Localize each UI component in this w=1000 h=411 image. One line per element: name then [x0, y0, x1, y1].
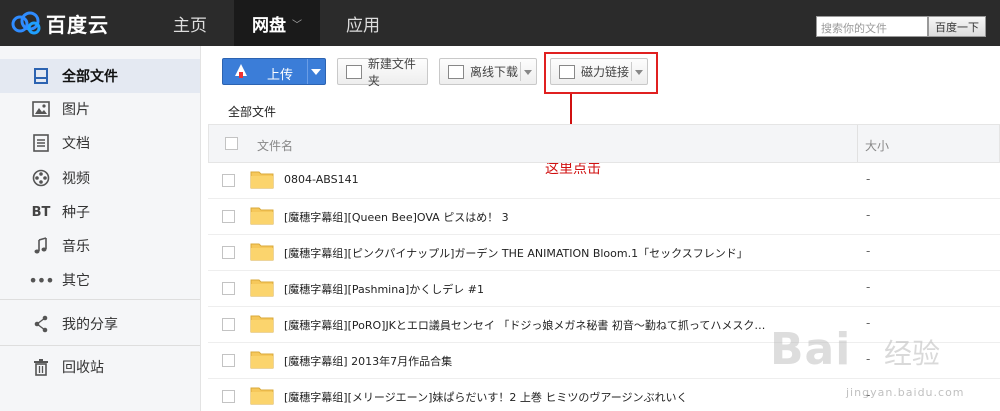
nav-home-label: 主页 [173, 15, 207, 36]
nav-disk[interactable]: 网盘 ﹀ [234, 0, 320, 46]
column-header-size[interactable]: 大小 [865, 137, 889, 154]
nav-apps-label: 应用 [346, 15, 380, 36]
file-size: - [866, 316, 871, 330]
upload-label: 上传 [267, 68, 294, 83]
file-name[interactable]: [魔穗字幕组][Queen Bee]OVA ピスはめ！ 3 [284, 209, 509, 225]
upload-split-divider [307, 59, 308, 84]
sidebar-item-all-files[interactable]: 全部文件 [0, 59, 200, 93]
share-icon [31, 314, 51, 334]
sidebar-item-videos[interactable]: 视频 [0, 161, 200, 195]
file-size: - [866, 172, 871, 186]
breadcrumb[interactable]: 全部文件 [228, 103, 276, 120]
sidebar-item-label: 文档 [62, 136, 90, 152]
sidebar-item-torrents[interactable]: BT 种子 [0, 195, 200, 229]
image-icon [31, 99, 51, 119]
bt-icon: BT [31, 204, 51, 220]
file-name[interactable]: [魔穗字幕组] 2013年7月作品合集 [284, 353, 452, 369]
list-icon [31, 133, 51, 153]
sidebar-item-label: 全部文件 [62, 69, 118, 85]
folder-icon [250, 171, 274, 189]
table-row[interactable]: [魔穗字幕组][ピンクパイナップル]ガーデン THE ANIMATION Blo… [208, 235, 1000, 271]
folder-icon [250, 387, 274, 405]
download-icon [448, 64, 464, 79]
column-divider [857, 125, 858, 162]
nav-disk-label: 网盘 [252, 15, 286, 36]
film-reel-icon [31, 168, 51, 188]
offline-download-label: 离线下载 [470, 65, 519, 79]
offline-download-caret-icon[interactable] [524, 70, 532, 75]
row-checkbox[interactable] [222, 210, 235, 223]
file-size: - [866, 244, 871, 258]
table-row[interactable]: [魔穗字幕组][Queen Bee]OVA ピスはめ！ 3 - [208, 199, 1000, 235]
row-checkbox[interactable] [222, 246, 235, 259]
row-checkbox[interactable] [222, 174, 235, 187]
file-size: - [866, 388, 871, 402]
sidebar-item-label: 图片 [62, 102, 90, 118]
nav-apps[interactable]: 应用 [326, 0, 400, 46]
file-name[interactable]: [魔穗字幕组][メリージエーン]妹ぱらだいす！2 上巻 ヒミツのヴアージンぶれい… [284, 389, 688, 405]
annotation-highlight-box [544, 52, 658, 94]
file-size: - [866, 208, 871, 222]
table-row[interactable]: [魔穗字幕组][メリージエーン]妹ぱらだいす！2 上巻 ヒミツのヴアージンぶれい… [208, 379, 1000, 411]
sidebar-item-label: 种子 [62, 205, 90, 221]
row-checkbox[interactable] [222, 390, 235, 403]
offline-download-divider [520, 62, 521, 81]
music-note-icon [31, 236, 51, 256]
sidebar-item-images[interactable]: 图片 [0, 92, 200, 126]
sidebar-item-my-shares[interactable]: 我的分享 [0, 307, 200, 341]
sidebar-item-recycle-bin[interactable]: 回收站 [0, 350, 200, 384]
sidebar: 全部文件 图片 文档 视频 BT 种子 音乐 ••• 其它 我的分享 回收站 [0, 46, 201, 411]
sidebar-item-documents[interactable]: 文档 [0, 126, 200, 160]
new-folder-icon [346, 64, 362, 79]
document-icon [31, 66, 51, 86]
folder-icon [250, 315, 274, 333]
sidebar-item-label: 回收站 [62, 360, 104, 376]
file-table-header: 文件名 大小 [208, 124, 1000, 163]
table-row[interactable]: [魔穗字幕组] 2013年7月作品合集 - [208, 343, 1000, 379]
column-header-name[interactable]: 文件名 [257, 137, 293, 154]
logo-text: 百度云 [46, 12, 109, 37]
upload-icon [235, 64, 247, 78]
search-input[interactable]: 搜索你的文件 [816, 16, 928, 37]
more-dots-icon: ••• [28, 270, 54, 290]
folder-icon [250, 243, 274, 261]
table-row[interactable]: [魔穗字幕组][Pashmina]かくしデレ #1 - [208, 271, 1000, 307]
trash-icon [31, 357, 51, 377]
row-checkbox[interactable] [222, 282, 235, 295]
new-folder-label: 新建文件夹 [367, 56, 416, 88]
cloud-logo-icon [11, 11, 41, 35]
sidebar-divider [0, 345, 200, 346]
file-name[interactable]: [魔穗字幕组][Pashmina]かくしデレ #1 [284, 281, 484, 297]
sidebar-item-other[interactable]: ••• 其它 [0, 263, 200, 297]
file-name[interactable]: 0804-ABS141 [284, 173, 359, 186]
file-size: - [866, 280, 871, 294]
upload-dropdown-caret-icon[interactable] [311, 69, 321, 75]
sidebar-item-label: 我的分享 [62, 317, 118, 333]
nav-home[interactable]: 主页 [150, 0, 230, 46]
top-bar: 百度云 主页 网盘 ﹀ 应用 搜索你的文件 百度一下 [0, 0, 1000, 46]
select-all-checkbox[interactable] [225, 137, 238, 150]
offline-download-button[interactable]: 离线下载 [439, 58, 537, 85]
sidebar-item-label: 音乐 [62, 239, 90, 255]
file-name[interactable]: [魔穗字幕组][PoRO]JKとエロ議員センセイ 「ドジっ娘メガネ秘書 初音～勤… [284, 317, 765, 333]
folder-icon [250, 207, 274, 225]
sidebar-item-label: 其它 [62, 273, 90, 289]
row-checkbox[interactable] [222, 318, 235, 331]
file-name[interactable]: [魔穗字幕组][ピンクパイナップル]ガーデン THE ANIMATION Blo… [284, 245, 748, 261]
upload-button[interactable]: 上传 [222, 58, 326, 85]
table-row[interactable]: [魔穗字幕组][PoRO]JKとエロ議員センセイ 「ドジっ娘メガネ秘書 初音～勤… [208, 307, 1000, 343]
logo[interactable]: 百度云 [10, 8, 109, 38]
sidebar-divider [0, 299, 200, 300]
row-checkbox[interactable] [222, 354, 235, 367]
new-folder-button[interactable]: 新建文件夹 [337, 57, 428, 88]
file-size: - [866, 352, 871, 366]
search-button[interactable]: 百度一下 [928, 16, 986, 37]
sidebar-item-label: 视频 [62, 171, 90, 187]
folder-icon [250, 279, 274, 297]
table-row[interactable]: 0804-ABS141 - [208, 163, 1000, 199]
folder-icon [250, 351, 274, 369]
sidebar-item-music[interactable]: 音乐 [0, 229, 200, 263]
chevron-down-icon: ﹀ [292, 19, 302, 31]
